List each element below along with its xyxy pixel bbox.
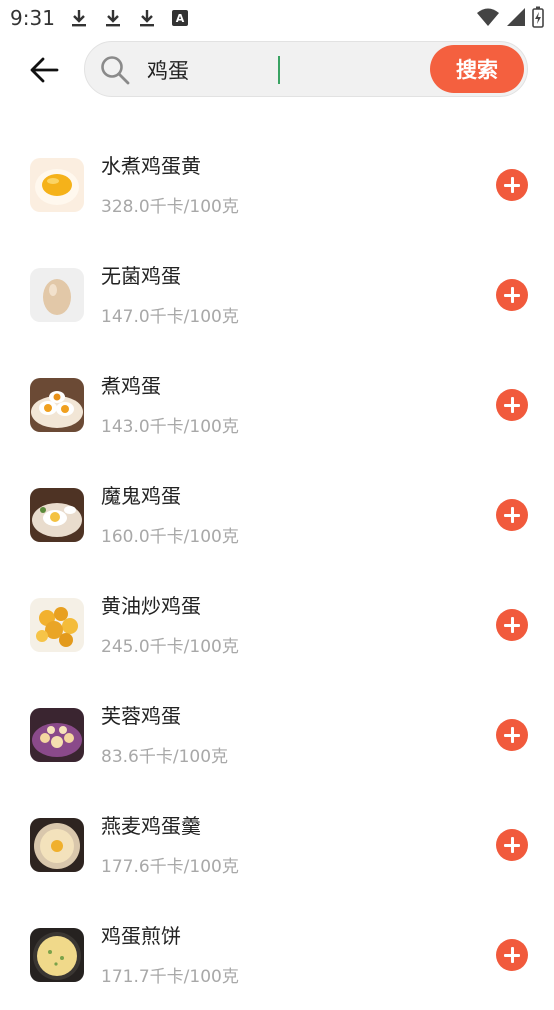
food-name: 芙蓉鸡蛋 (101, 704, 181, 728)
oat-egg-custard-image (30, 818, 84, 872)
text-cursor (278, 56, 280, 84)
status-time: 9:31 (10, 6, 55, 30)
food-name: 黄油炒鸡蛋 (101, 594, 201, 618)
egg-pancake-image (30, 928, 84, 982)
download-icon (72, 10, 86, 27)
food-calories: 147.0千卡/100克 (101, 307, 239, 327)
egg-yolk-image (30, 158, 84, 212)
add-button[interactable] (496, 279, 528, 311)
add-button[interactable] (496, 829, 528, 861)
list-item[interactable]: 鸡蛋煎饼 171.7千卡/100克 (0, 900, 554, 1010)
egg-image (30, 268, 84, 322)
add-button[interactable] (496, 169, 528, 201)
search-icon (101, 56, 130, 85)
system-icons (476, 6, 544, 28)
add-button[interactable] (496, 499, 528, 531)
food-calories: 171.7千卡/100克 (101, 967, 239, 987)
food-calories: 160.0千卡/100克 (101, 527, 239, 547)
back-button[interactable] (24, 50, 64, 90)
food-calories: 83.6千卡/100克 (101, 747, 229, 767)
food-calories: 143.0千卡/100克 (101, 417, 239, 437)
arrow-left-icon (30, 57, 59, 83)
deviled-eggs-image (30, 488, 84, 542)
add-button[interactable] (496, 389, 528, 421)
search-input[interactable] (145, 52, 419, 88)
food-name: 煮鸡蛋 (101, 374, 161, 398)
food-name: 鸡蛋煎饼 (101, 924, 181, 948)
food-calories: 328.0千卡/100克 (101, 197, 239, 217)
boiled-eggs-image (30, 378, 84, 432)
add-button[interactable] (496, 609, 528, 641)
battery-icon (532, 6, 544, 28)
signal-icon (507, 8, 525, 26)
food-name: 魔鬼鸡蛋 (101, 484, 181, 508)
list-item[interactable]: 无菌鸡蛋 147.0千卡/100克 (0, 240, 554, 350)
list-item[interactable]: 芙蓉鸡蛋 83.6千卡/100克 (0, 680, 554, 790)
food-calories: 245.0千卡/100克 (101, 637, 239, 657)
search-field[interactable]: 搜索 (84, 41, 528, 97)
furong-eggs-image (30, 708, 84, 762)
list-item[interactable]: 魔鬼鸡蛋 160.0千卡/100克 (0, 460, 554, 570)
wifi-icon (477, 8, 499, 26)
add-button[interactable] (496, 719, 528, 751)
search-bar: 搜索 (0, 36, 554, 104)
food-name: 燕麦鸡蛋羹 (101, 814, 201, 838)
list-item[interactable]: 煮鸡蛋 143.0千卡/100克 (0, 350, 554, 460)
status-bar: 9:31 A (0, 0, 554, 36)
search-button[interactable]: 搜索 (430, 45, 524, 93)
list-item[interactable]: 水煮鸡蛋黄 328.0千卡/100克 (0, 130, 554, 240)
butter-eggs-image (30, 598, 84, 652)
list-item[interactable]: 燕麦鸡蛋羹 177.6千卡/100克 (0, 790, 554, 900)
download-icon (106, 10, 120, 27)
download-icon (140, 10, 154, 27)
food-name: 无菌鸡蛋 (101, 264, 181, 288)
add-button[interactable] (496, 939, 528, 971)
a-icon: A (172, 10, 188, 26)
food-calories: 177.6千卡/100克 (101, 857, 239, 877)
food-name: 水煮鸡蛋黄 (101, 154, 201, 178)
list-item[interactable]: 黄油炒鸡蛋 245.0千卡/100克 (0, 570, 554, 680)
